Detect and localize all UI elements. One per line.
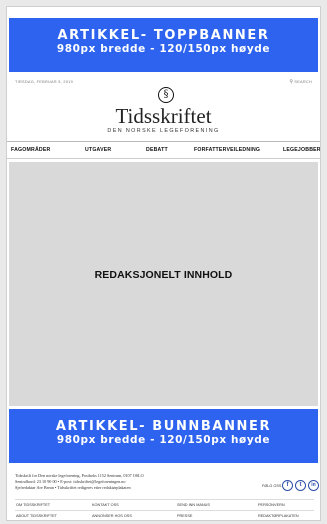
footer-divider (15, 499, 314, 500)
footer-link-about[interactable]: ABOUT TIDSSKRIFTET (16, 514, 57, 518)
editorial-label: REDAKSJONELT INNHOLD (94, 269, 233, 281)
footer-link-om[interactable]: OM TIDSSKRIFTET (16, 503, 50, 507)
footer-contact: Sentralbord: 23 10 90 00 • E-post: tidss… (15, 478, 126, 484)
footer-editor: Sjefredaktør Are Brean • Tidsskriftet re… (15, 484, 131, 490)
footer-info: Tidsskrift for Den norske legeforening, … (15, 473, 144, 490)
footer-address: Tidsskrift for Den norske legeforening, … (15, 473, 144, 478)
bottom-banner-size: 980px bredde - 120/150px høyde (56, 434, 271, 446)
nav-item-forfatterveiledning[interactable]: FORFATTERVEILEDNING (194, 147, 260, 153)
twitter-icon[interactable]: t (295, 480, 306, 491)
nav-item-debatt[interactable]: DEBATT (146, 147, 168, 153)
editorial-content-area: REDAKSJONELT INNHOLD (9, 162, 318, 406)
footer-link-personvern[interactable]: PERSONVERN (258, 503, 285, 507)
nav-item-fagomrader[interactable]: FAGOMRÅDER (11, 147, 50, 153)
top-banner-size: 980px bredde - 120/150px høyde (56, 43, 271, 55)
bottom-banner[interactable]: ARTIKKEL- BUNNBANNER 980px bredde - 120/… (9, 409, 318, 463)
main-nav: FAGOMRÅDER UTGAVER DEBATT FORFATTERVEILE… (7, 141, 320, 159)
brand-subtitle: DEN NORSKE LEGEFORENING (107, 128, 220, 134)
search-link[interactable]: ⚲SEARCH (289, 79, 312, 85)
logo-mark-icon[interactable]: § (158, 87, 174, 103)
footer-link-redaktorplakaten[interactable]: REDAKTØRPLAKATEN (258, 514, 299, 518)
top-banner-title: ARTIKKEL- TOPPBANNER (57, 28, 270, 43)
page-frame: ARTIKKEL- TOPPBANNER 980px bredde - 120/… (6, 6, 321, 521)
facebook-icon[interactable]: f (282, 480, 293, 491)
footer-link-kontakt[interactable]: KONTAKT OSS (92, 503, 119, 507)
linkedin-icon[interactable]: in (308, 480, 319, 491)
brand-name[interactable]: Tidsskriftet (7, 105, 320, 127)
footer-link-presse[interactable]: PRESSE (177, 514, 192, 518)
search-icon: ⚲ (289, 79, 294, 85)
footer-link-send-inn[interactable]: SEND INN MANUS (177, 503, 210, 507)
follow-label: FØLG OSS (262, 484, 282, 488)
top-banner[interactable]: ARTIKKEL- TOPPBANNER 980px bredde - 120/… (9, 18, 318, 72)
footer-divider (15, 510, 314, 511)
bottom-banner-title: ARTIKKEL- BUNNBANNER (55, 419, 272, 434)
nav-item-utgaver[interactable]: UTGAVER (85, 147, 111, 153)
footer-link-annonser[interactable]: ANNONSER HOS OSS (92, 514, 132, 518)
nav-item-legejobber[interactable]: LEGEJOBBER (283, 147, 320, 153)
search-label: SEARCH (294, 80, 312, 84)
date-line: TIRSDAG, FEBRUAR 5, 2019 (15, 80, 74, 84)
